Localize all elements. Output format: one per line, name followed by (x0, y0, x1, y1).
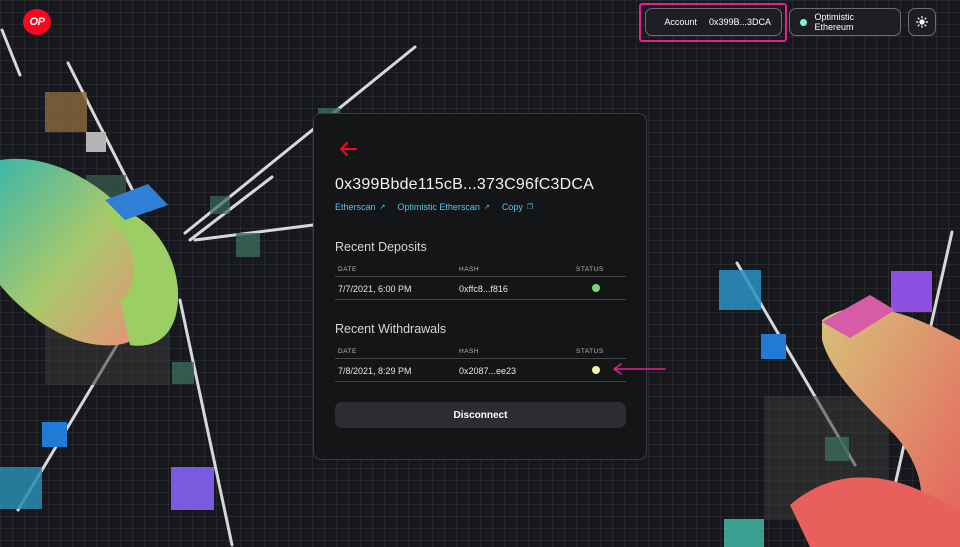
optimistic-etherscan-link-label: Optimistic Etherscan (397, 202, 480, 212)
network-button[interactable]: Optimistic Ethereum (789, 8, 901, 36)
row-date: 7/7/2021, 6:00 PM (338, 284, 412, 294)
copy-link-label: Copy (501, 202, 523, 212)
optimistic-etherscan-link[interactable]: Optimistic Etherscan ↗ (397, 202, 489, 212)
recent-deposits-title: Recent Deposits (335, 240, 427, 254)
column-date: DATE (338, 266, 357, 273)
account-address-short: 0x399B...3DCA (708, 17, 771, 27)
external-link-icon: ↗ (483, 204, 490, 211)
theme-toggle-button[interactable] (908, 8, 936, 36)
network-name: Optimistic Ethereum (814, 12, 855, 32)
account-button[interactable]: Account 0x399B...3DCA (645, 8, 782, 36)
status-dot-pending (592, 366, 600, 374)
column-status: STATUS (576, 266, 604, 273)
account-panel: 0x399Bbde115cB...373C96fC3DCA Etherscan … (313, 113, 647, 460)
withdrawals-table: DATE HASH STATUS 7/8/2021, 8:29 PM 0x208… (335, 344, 626, 382)
address-links: Etherscan ↗ Optimistic Etherscan ↗ Copy … (335, 202, 533, 212)
recent-withdrawals-title: Recent Withdrawals (335, 322, 447, 336)
column-status: STATUS (576, 348, 604, 355)
row-date: 7/8/2021, 8:29 PM (338, 366, 412, 376)
table-header: DATE HASH STATUS (335, 344, 626, 359)
sun-icon (916, 16, 928, 28)
back-arrow-icon[interactable] (339, 141, 357, 157)
etherscan-link[interactable]: Etherscan ↗ (335, 202, 385, 212)
disconnect-button[interactable]: Disconnect (335, 402, 626, 428)
row-hash[interactable]: 0x2087...ee23 (459, 366, 516, 376)
status-dot-complete (592, 284, 600, 292)
column-hash: HASH (459, 348, 480, 355)
etherscan-link-label: Etherscan (335, 202, 376, 212)
copy-icon: ❐ (526, 204, 534, 211)
wallet-address: 0x399Bbde115cB...373C96fC3DCA (335, 176, 595, 193)
annotation-arrow-icon (613, 363, 666, 375)
row-hash[interactable]: 0xffc8...f816 (459, 284, 508, 294)
table-row[interactable]: 7/7/2021, 6:00 PM 0xffc8...f816 (335, 277, 626, 300)
network-status-dot (800, 18, 807, 26)
column-hash: HASH (459, 266, 480, 273)
copy-address-link[interactable]: Copy ❐ (502, 202, 533, 212)
table-row[interactable]: 7/8/2021, 8:29 PM 0x2087...ee23 (335, 359, 626, 382)
deposits-table: DATE HASH STATUS 7/7/2021, 6:00 PM 0xffc… (335, 262, 626, 300)
account-label: Account (664, 17, 697, 27)
external-link-icon: ↗ (379, 204, 386, 211)
optimism-logo[interactable]: OP (23, 9, 51, 35)
column-date: DATE (338, 348, 357, 355)
table-header: DATE HASH STATUS (335, 262, 626, 277)
